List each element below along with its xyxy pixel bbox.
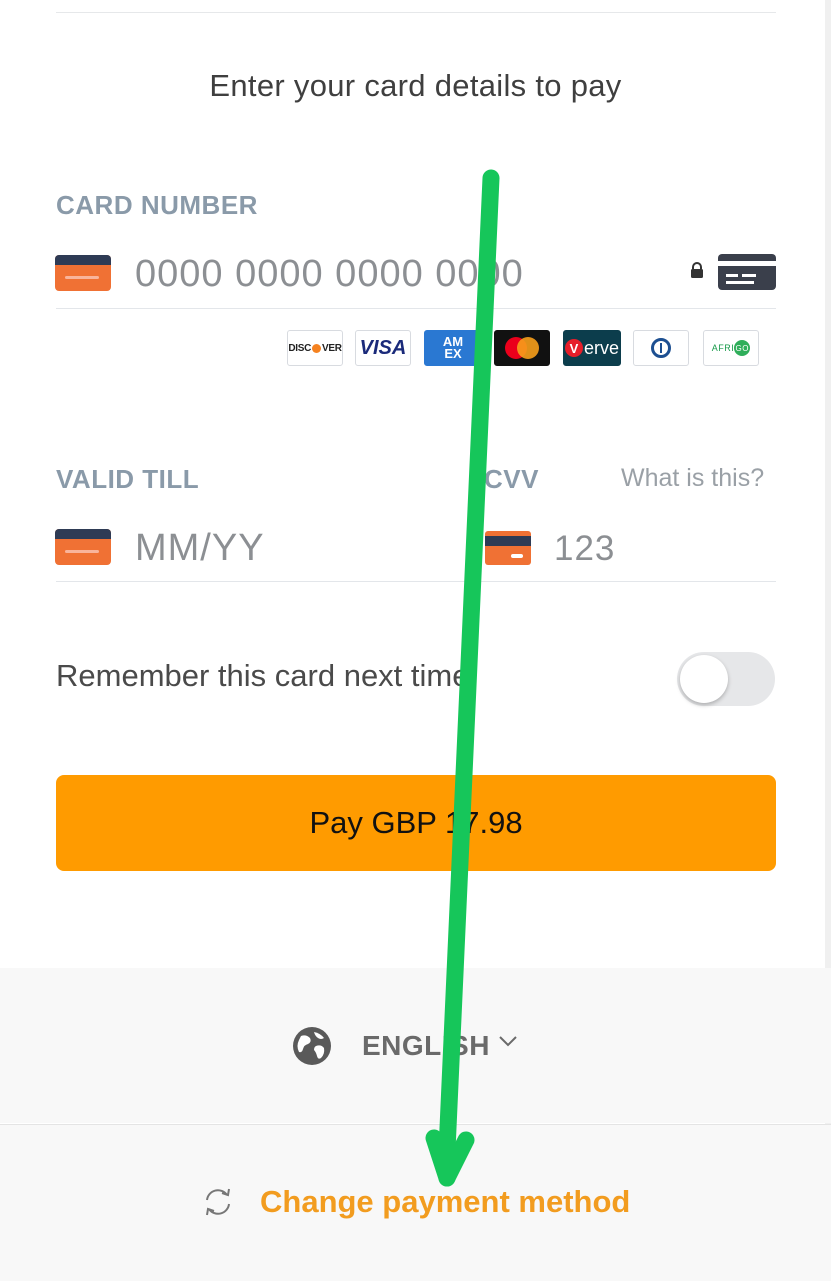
generic-card-icon (718, 254, 776, 290)
mastercard-logo (494, 330, 550, 366)
remember-card-toggle[interactable] (677, 652, 775, 706)
card-number-underline (56, 308, 776, 309)
diners-logo (633, 330, 689, 366)
expiry-label: VALID TILL (56, 464, 200, 494)
toggle-knob (680, 655, 728, 703)
pay-button[interactable]: Pay GBP 17.98 (56, 775, 776, 871)
afrigo-logo: AFRI GO (703, 330, 759, 366)
card-icon (55, 255, 111, 291)
expiry-input[interactable]: MM/YY (135, 527, 265, 570)
cvv-card-icon (485, 531, 531, 565)
change-payment-method-link[interactable]: Change payment method (260, 1184, 630, 1220)
cvv-input[interactable]: 123 (554, 529, 615, 569)
language-selector[interactable]: ENGLISH (362, 1030, 490, 1062)
card-number-input[interactable]: 0000 0000 0000 0000 (135, 253, 524, 296)
amex-logo: AM EX (424, 330, 482, 366)
chevron-down-icon[interactable] (498, 1034, 518, 1048)
verve-logo: Verve (563, 330, 621, 366)
expiry-cvv-underline (56, 581, 776, 582)
remember-card-label: Remember this card next time (56, 658, 470, 693)
globe-icon (293, 1027, 331, 1065)
top-divider (56, 12, 776, 13)
cvv-help-link[interactable]: What is this? (621, 464, 764, 493)
cvv-label: CVV (484, 464, 539, 494)
visa-logo: VISA (355, 330, 411, 366)
discover-logo: DISC VER (287, 330, 343, 366)
expiry-card-icon (55, 529, 111, 565)
refresh-icon (206, 1188, 230, 1216)
page-title: Enter your card details to pay (209, 68, 622, 103)
lock-icon (691, 262, 703, 278)
card-number-label: CARD NUMBER (56, 190, 258, 220)
